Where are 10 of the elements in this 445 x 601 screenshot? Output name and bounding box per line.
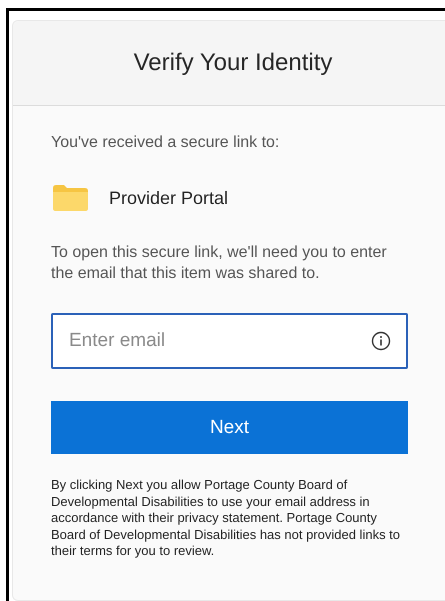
email-input[interactable]: Enter email xyxy=(67,329,371,353)
info-icon[interactable] xyxy=(371,331,391,351)
dialog-title: Verify Your Identity xyxy=(134,49,332,77)
item-name: Provider Portal xyxy=(109,188,228,208)
intro-text: You've received a secure link to: xyxy=(51,133,280,153)
next-button[interactable]: Next xyxy=(51,401,408,454)
instructions-text: To open this secure link, we'll need you to enter the email that this item was shared to. xyxy=(51,243,388,284)
email-field[interactable]: Enter email xyxy=(51,313,408,369)
folder-icon xyxy=(53,185,88,211)
disclaimer-text: By clicking Next you allow Portage County Board of Developmental Disabilities to use your email address in accordance with their privacy statement. Portage County Board of Developmental Disabilities has not provided links to their terms for you to review. xyxy=(51,477,402,560)
